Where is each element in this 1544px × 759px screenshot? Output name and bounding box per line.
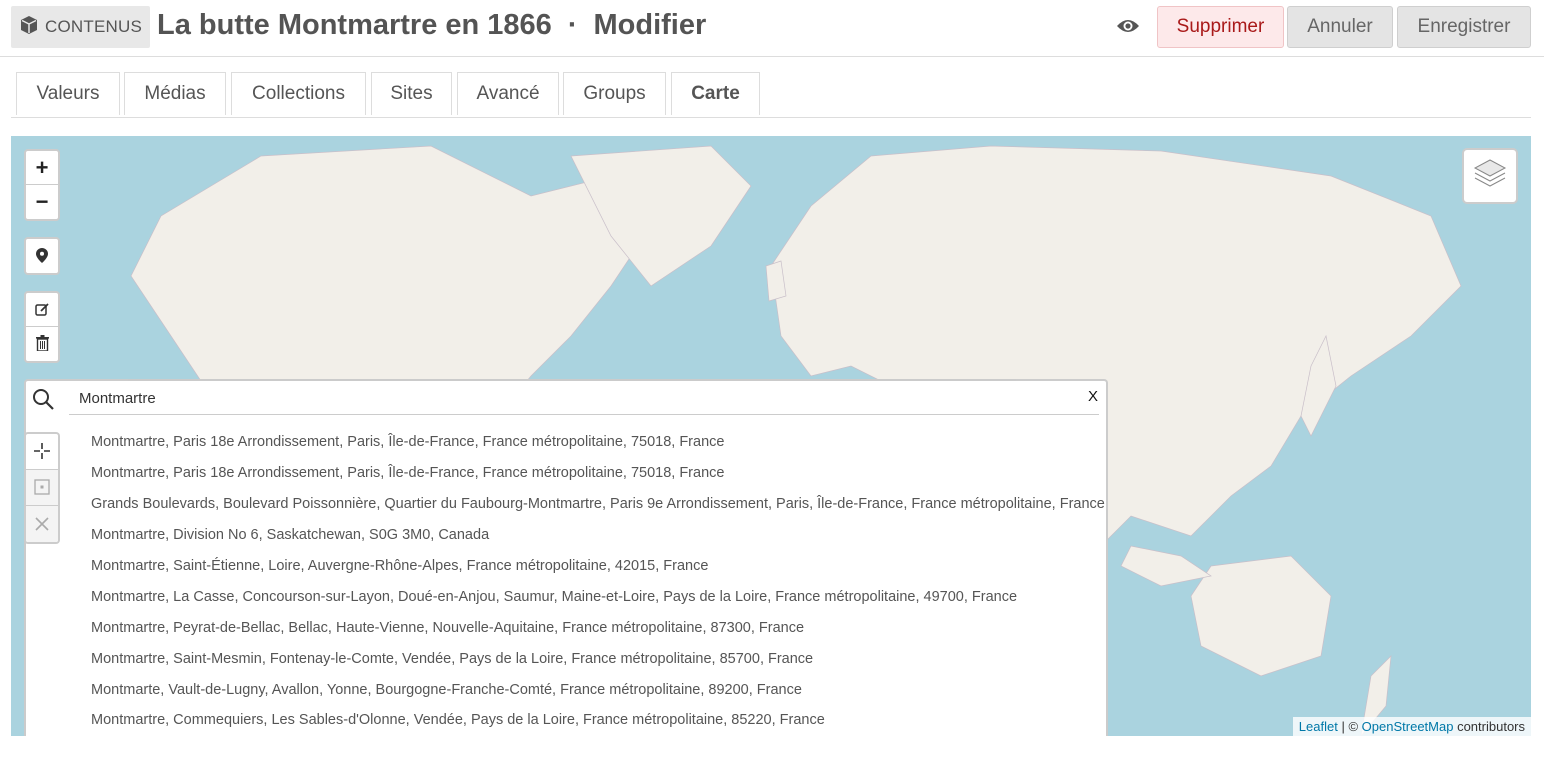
tab-groups[interactable]: Groups [563, 72, 666, 115]
eye-icon [1116, 18, 1140, 39]
delete-button[interactable]: Supprimer [1157, 6, 1284, 48]
section-label: CONTENUS [45, 17, 142, 36]
clear-bounds-button-overlay[interactable] [26, 506, 58, 542]
search-result-item[interactable]: Montmartre, Paris 18e Arrondissement, Pa… [81, 427, 1106, 458]
page-header: CONTENUS La butte Montmartre en 1866 · Mod… [0, 0, 1544, 57]
tab-bar: Valeurs Médias Collections Sites Avancé … [11, 72, 1531, 118]
page-title: La butte Montmartre en 1866 · Modifier [157, 9, 706, 42]
search-icon[interactable] [26, 381, 60, 417]
view-public-button[interactable] [1113, 16, 1143, 40]
square-dot-icon [34, 475, 50, 501]
search-result-item[interactable]: Grands Boulevards, Boulevard Poissonnièr… [81, 489, 1106, 520]
search-result-item[interactable]: Montmartre, Division No 6, Saskatchewan,… [81, 520, 1106, 551]
cube-icon [19, 15, 39, 40]
item-title: La butte Montmartre en 1866 [157, 9, 552, 41]
title-separator: · [567, 9, 578, 41]
delete-layers-button[interactable] [26, 327, 58, 361]
geosearch-panel: X Montmartre, Paris 18e Arrondissement, … [24, 379, 1108, 736]
crosshair-icon [34, 439, 50, 465]
tab-collections[interactable]: Collections [231, 72, 366, 115]
search-result-item[interactable]: Montmartre, La Casse, Concourson-sur-Lay… [81, 581, 1106, 612]
edit-layers-button[interactable] [26, 293, 58, 327]
close-icon [35, 511, 49, 537]
section-badge[interactable]: CONTENUS [11, 6, 150, 48]
crosshair-button-overlay[interactable] [26, 434, 58, 470]
leaflet-link[interactable]: Leaflet [1299, 719, 1338, 734]
search-result-item[interactable]: Montmartre, Paris 18e Arrondissement, Pa… [81, 458, 1106, 489]
zoom-in-button[interactable]: + [26, 151, 58, 185]
trash-icon [35, 331, 49, 357]
edit-icon [34, 297, 50, 323]
attribution-sep: | © [1341, 719, 1359, 734]
tab-valeurs[interactable]: Valeurs [16, 72, 120, 115]
zoom-control: + − [24, 149, 60, 221]
tab-avance[interactable]: Avancé [457, 72, 559, 115]
search-clear-button[interactable]: X [1088, 388, 1098, 405]
tab-sites[interactable]: Sites [371, 72, 452, 115]
map-marker-icon [36, 243, 48, 269]
search-result-item[interactable]: Montmarte, Vault-de-Lugny, Avallon, Yonn… [81, 674, 1106, 705]
layers-icon [1473, 158, 1507, 195]
fit-bounds-button-overlay[interactable] [26, 470, 58, 506]
bbox-control-overlay [24, 432, 60, 544]
layers-button[interactable] [1462, 148, 1518, 204]
map[interactable]: + − Montmartre X Montmartre, Paris 18e A… [11, 136, 1531, 736]
search-result-item[interactable]: Montmartre, Peyrat-de-Bellac, Bellac, Ha… [81, 612, 1106, 643]
search-results: Montmartre, Paris 18e Arrondissement, Pa… [81, 427, 1106, 736]
search-result-item[interactable]: Montmartre, Commequiers, Les Sables-d'Ol… [81, 705, 1106, 736]
tab-carte[interactable]: Carte [671, 72, 760, 115]
search-result-item[interactable]: Montmartre, Saint-Étienne, Loire, Auverg… [81, 551, 1106, 582]
attribution-suffix: contributors [1457, 719, 1525, 734]
locate-control [24, 237, 60, 275]
zoom-out-button[interactable]: − [26, 185, 58, 219]
search-result-item[interactable]: Montmartre, Saint-Mesmin, Fontenay-le-Co… [81, 643, 1106, 674]
draw-control [24, 291, 60, 363]
save-button[interactable]: Enregistrer [1397, 6, 1531, 48]
map-attribution: Leaflet | © OpenStreetMap contributors [1292, 717, 1531, 736]
tab-medias[interactable]: Médias [124, 72, 226, 115]
cancel-button[interactable]: Annuler [1287, 6, 1393, 48]
mode-label: Modifier [593, 9, 707, 41]
locate-button[interactable] [26, 239, 58, 273]
osm-link[interactable]: OpenStreetMap [1362, 719, 1454, 734]
search-input[interactable] [69, 383, 1099, 415]
